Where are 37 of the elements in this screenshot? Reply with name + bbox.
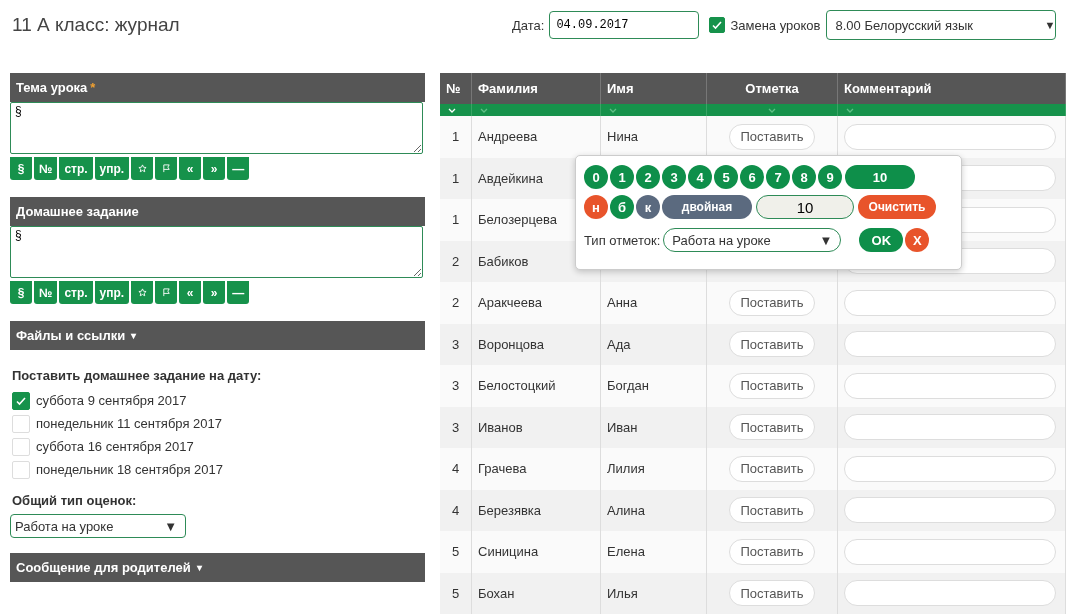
group-cell: 5 [440,531,472,573]
first-name-cell: Нина [607,129,639,145]
group-cell: 3 [440,365,472,407]
dates-label: Поставить домашнее задание на дату: [12,368,263,383]
group-cell: 1 [440,116,472,158]
group-cell: 2 [440,282,472,324]
last-name-cell: Аракчеева [472,282,601,324]
date-option-label: суббота 9 сентября 2017 [36,393,187,408]
dropdown-arrow: ▾ [196,562,202,573]
first-name-cell: Ада [607,336,631,352]
dropdown-arrow: ▾ [131,330,137,341]
last-name-cell: Синицина [472,531,601,573]
section-title: Домашнее задание [16,204,139,219]
group-cell: 5 [440,572,472,614]
first-name-cell: Анна [607,295,638,311]
first-name-cell: Елена [607,544,645,560]
first-name-cell: Илья [607,585,638,601]
section-title: Сообщение для родителей [16,560,191,575]
section-title: Файлы и ссылки [16,328,126,343]
date-label: Дата: [512,17,545,33]
page-title: 11 А класс: журнал [11,14,181,36]
substitution-label: Замена уроков [730,17,821,33]
date-option-label: суббота 16 сентября 2017 [36,439,194,454]
group-cell: 4 [440,448,472,490]
section-title: Тема урока [16,80,88,95]
first-name-cell: Богдан [607,378,649,394]
last-name-cell: Грачева [472,448,601,490]
first-name-cell: Лилия [607,461,645,477]
required-mark: * [90,80,96,95]
date-option-label: понедельник 11 сентября 2017 [36,416,222,431]
grade-type-label: Общий тип оценок: [12,493,138,508]
last-name-cell: Белостоцкий [472,365,601,407]
first-name-cell: Иван [607,419,638,435]
date-option-label: понедельник 18 сентября 2017 [36,462,223,477]
last-name-cell: Бохан [472,572,601,614]
first-name-cell: Алина [607,502,645,518]
group-cell: 1 [440,199,472,241]
